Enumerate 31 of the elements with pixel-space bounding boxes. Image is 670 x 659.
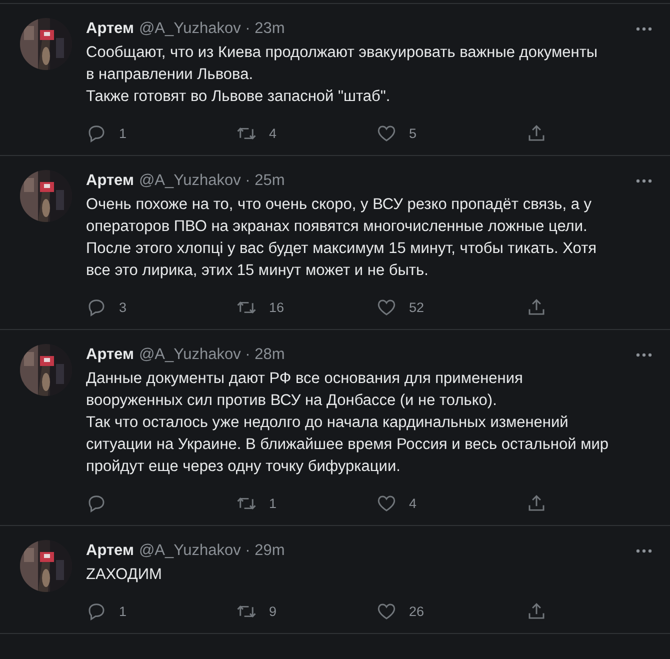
like-count: 26 bbox=[409, 604, 424, 618]
author-handle: @A_Yuzhakov · 23m bbox=[138, 20, 285, 38]
reply-count: 1 bbox=[119, 604, 127, 618]
share-icon[interactable] bbox=[526, 296, 547, 318]
author-name[interactable]: Артем bbox=[86, 20, 134, 38]
reply-icon[interactable] bbox=[86, 296, 107, 318]
author-name[interactable]: Артем bbox=[86, 542, 134, 560]
retweet-count: 16 bbox=[269, 300, 284, 314]
author-handle: @A_Yuzhakov · 28m bbox=[138, 346, 285, 364]
reply-count: 1 bbox=[119, 126, 127, 140]
reply-icon[interactable] bbox=[86, 122, 107, 144]
tweet-text: Очень похоже на то, что очень скоро, у ВСУ резко пропадёт связь, а у операторов ПВО на экранах появятся многочисленные ложные цели. После этого хлопці у вас будет максимум 15 минут, чтобы тикать. Хотя все это лирика, этих 15 минут может и не быть. bbox=[86, 195, 598, 281]
author-name[interactable]: Артем bbox=[86, 346, 134, 364]
reply-icon[interactable] bbox=[86, 492, 107, 514]
like-count: 5 bbox=[409, 126, 417, 140]
share-icon[interactable] bbox=[526, 492, 547, 514]
like-count: 4 bbox=[409, 496, 417, 510]
share-icon[interactable] bbox=[526, 122, 547, 144]
retweet-count: 1 bbox=[269, 496, 277, 510]
reply-count: 3 bbox=[119, 300, 127, 314]
tweet-text: ZАХОДИМ bbox=[86, 565, 163, 585]
author-handle: @A_Yuzhakov · 25m bbox=[138, 172, 285, 190]
author-name[interactable]: Артем bbox=[86, 172, 134, 190]
retweet-count: 9 bbox=[269, 604, 277, 618]
share-icon[interactable] bbox=[526, 600, 547, 622]
author-handle: @A_Yuzhakov · 29m bbox=[138, 542, 285, 560]
tweet-text: Данные документы дают РФ все основания для применения вооруженных сил против ВСУ на Донбассе (и не только). Так что осталось уже недолго до начала кардинальных изменений ситуации на Украине. В ближайшее время Россия и весь остальной мир пройдут еще через одну точку бифуркации. bbox=[86, 369, 610, 477]
like-count: 52 bbox=[409, 300, 424, 314]
retweet-count: 4 bbox=[269, 126, 277, 140]
reply-icon[interactable] bbox=[86, 600, 107, 622]
tweet-text: Сообщают, что из Киева продолжают эвакуировать важные документы в направлении Львова. Также готовят во Львове запасной "штаб". bbox=[86, 43, 599, 107]
